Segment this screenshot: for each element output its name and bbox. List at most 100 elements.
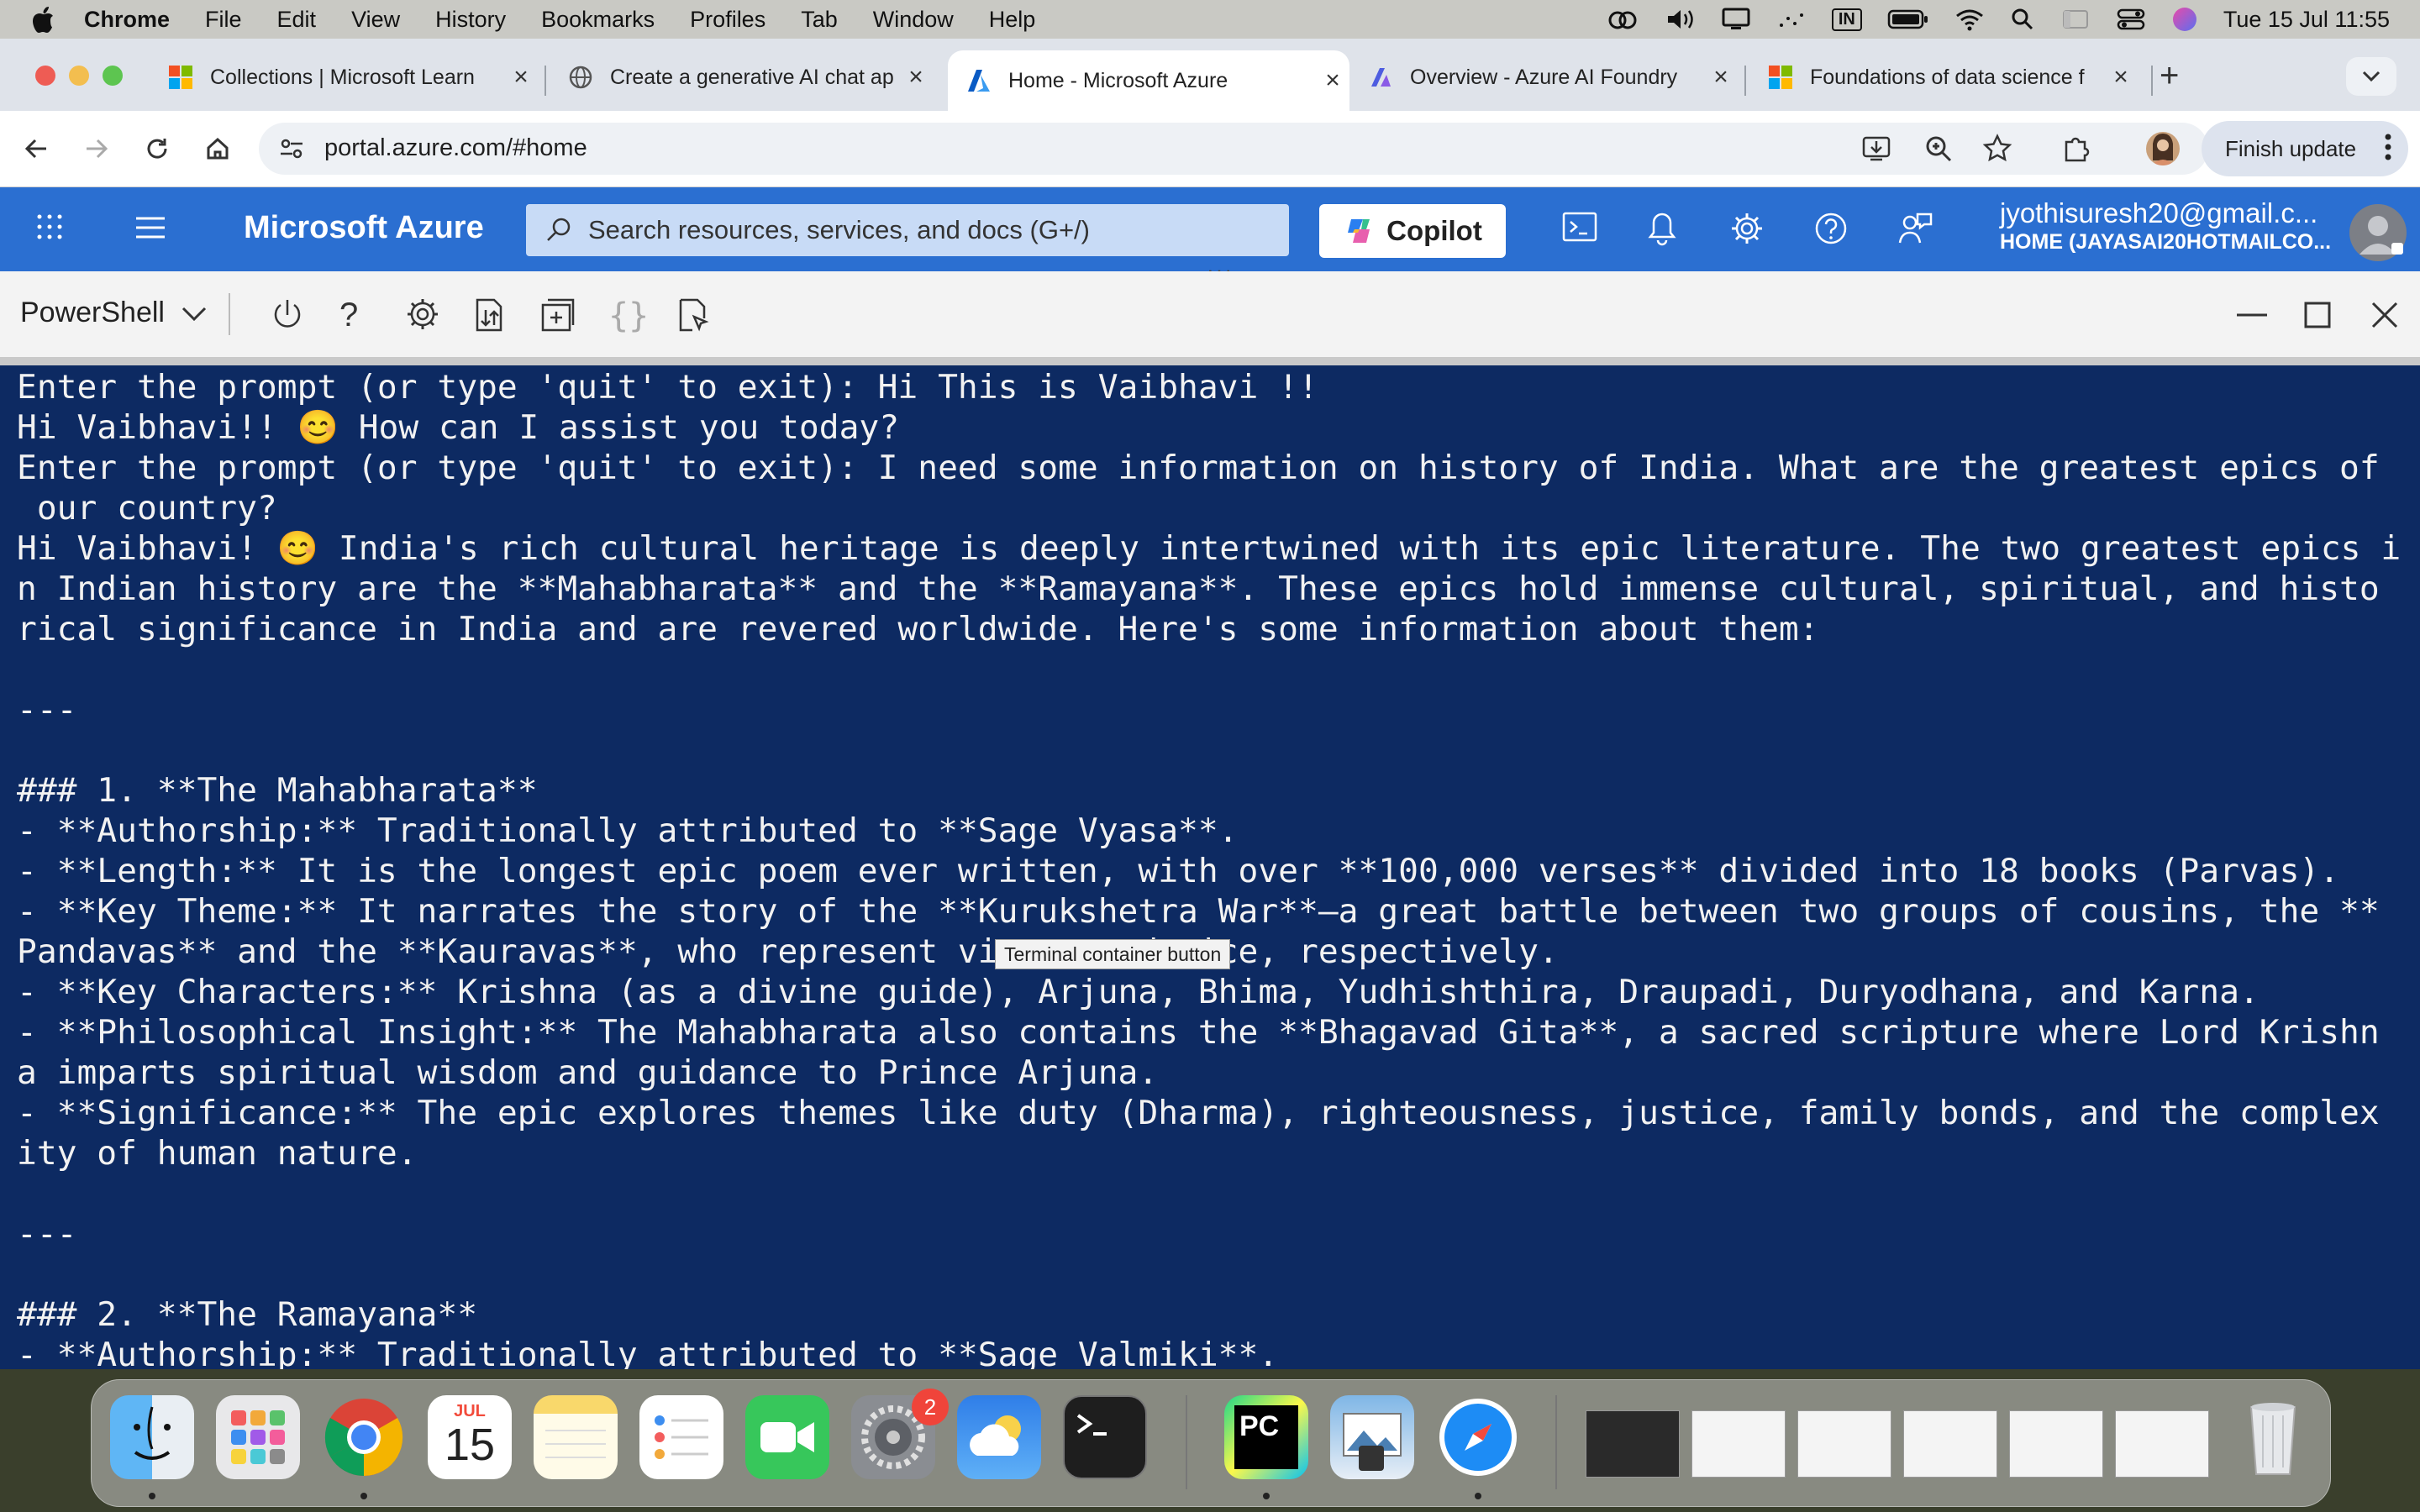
- address-bar[interactable]: portal.azure.com/#home: [259, 123, 2208, 175]
- apple-logo-icon[interactable]: [30, 5, 55, 34]
- new-tab-plus-icon[interactable]: +: [2160, 57, 2179, 95]
- back-arrow-icon[interactable]: [17, 129, 55, 168]
- upload-download-files-icon[interactable]: [472, 297, 511, 335]
- safari-icon[interactable]: [1436, 1395, 1520, 1479]
- tab-search-button[interactable]: [2346, 57, 2396, 96]
- battery-icon[interactable]: [1887, 8, 1929, 30]
- extensions-puzzle-icon[interactable]: [2057, 129, 2096, 168]
- site-info-icon[interactable]: [277, 134, 306, 167]
- menu-help[interactable]: Help: [989, 7, 1036, 33]
- stage-manager-icon[interactable]: [2060, 7, 2091, 32]
- trash-icon[interactable]: [2231, 1395, 2315, 1479]
- settings-gear-icon[interactable]: [405, 297, 444, 335]
- pycharm-icon[interactable]: PC: [1224, 1395, 1308, 1479]
- feedback-icon[interactable]: [1897, 211, 1936, 249]
- home-icon[interactable]: [198, 129, 237, 168]
- terminal-line: Enter the prompt (or type 'quit' to exit…: [17, 449, 2380, 487]
- minimized-window-thumbnail[interactable]: [2115, 1410, 2209, 1478]
- close-panel-icon[interactable]: [2366, 297, 2405, 335]
- new-session-icon[interactable]: [539, 297, 578, 335]
- powershell-terminal[interactable]: Enter the prompt (or type 'quit' to exit…: [0, 365, 2420, 1369]
- help-question-icon[interactable]: [1813, 211, 1852, 249]
- menu-file[interactable]: File: [205, 7, 242, 33]
- tab-overview-azure-ai-foundry[interactable]: Overview - Azure AI Foundry ×: [1349, 50, 1738, 104]
- reminders-icon[interactable]: [639, 1395, 723, 1479]
- url-text[interactable]: portal.azure.com/#home: [324, 134, 587, 162]
- launchpad-icon[interactable]: [216, 1395, 300, 1479]
- notifications-bell-icon[interactable]: [1645, 211, 1684, 249]
- menu-app-chrome[interactable]: Chrome: [84, 7, 170, 33]
- copilot-button[interactable]: Copilot: [1319, 204, 1506, 258]
- maximize-panel-icon[interactable]: [2299, 297, 2338, 335]
- profile-avatar[interactable]: [2146, 132, 2180, 165]
- minimized-window-thumbnail[interactable]: [1797, 1410, 1891, 1478]
- control-center-icon[interactable]: [2116, 7, 2146, 32]
- activity-dots-icon[interactable]: [1776, 7, 1807, 32]
- bookmark-star-icon[interactable]: [1981, 133, 2013, 169]
- menubar-clock[interactable]: Tue 15 Jul 11:55: [2223, 7, 2390, 33]
- tab-title: Overview - Azure AI Foundry: [1410, 65, 1678, 89]
- account-avatar[interactable]: [2349, 204, 2407, 261]
- notes-icon[interactable]: [534, 1395, 618, 1479]
- wifi-icon[interactable]: [1954, 7, 1985, 32]
- close-window-button[interactable]: [35, 66, 55, 86]
- spotlight-search-icon[interactable]: [2010, 7, 2035, 32]
- minimized-window-thumbnail[interactable]: [1903, 1410, 1997, 1478]
- terminal-line: Enter the prompt (or type 'quit' to exit…: [17, 368, 1318, 407]
- menu-window[interactable]: Window: [873, 7, 954, 33]
- terminal-app-icon[interactable]: [1063, 1395, 1147, 1479]
- azure-search-input[interactable]: Search resources, services, and docs (G+…: [526, 204, 1289, 256]
- display-icon[interactable]: [1721, 7, 1751, 32]
- facetime-icon[interactable]: [745, 1395, 829, 1479]
- settings-gear-icon[interactable]: [1729, 211, 1768, 249]
- restart-power-icon[interactable]: [271, 297, 309, 335]
- finish-update-button[interactable]: Finish update: [2202, 121, 2408, 176]
- zoom-window-button[interactable]: [103, 66, 123, 86]
- web-preview-icon[interactable]: [676, 297, 714, 335]
- tab-create-generative-ai-chat[interactable]: Create a generative AI chat ap ×: [550, 50, 933, 104]
- preview-icon[interactable]: [1330, 1395, 1414, 1479]
- cloud-shell-icon[interactable]: [1561, 211, 1600, 249]
- calendar-icon[interactable]: JUL 15: [428, 1395, 512, 1479]
- forward-arrow-icon[interactable]: [77, 129, 116, 168]
- close-tab-icon[interactable]: ×: [2104, 63, 2138, 92]
- menu-edit[interactable]: Edit: [277, 7, 317, 33]
- help-question-icon[interactable]: ?: [339, 297, 378, 335]
- chrome-icon[interactable]: [322, 1395, 406, 1479]
- chevron-down-icon: [2362, 71, 2381, 82]
- minimized-window-thumbnail[interactable]: [1691, 1410, 1786, 1478]
- input-source-badge[interactable]: IN: [1831, 8, 1862, 31]
- volume-icon[interactable]: [1665, 7, 1696, 32]
- finder-icon[interactable]: [110, 1395, 194, 1479]
- menu-profiles[interactable]: Profiles: [690, 7, 765, 33]
- close-tab-icon[interactable]: ×: [1704, 63, 1738, 92]
- siri-icon[interactable]: [2171, 6, 2198, 33]
- menu-bookmarks[interactable]: Bookmarks: [541, 7, 655, 33]
- install-app-icon[interactable]: [1860, 133, 1892, 169]
- menu-history[interactable]: History: [435, 7, 506, 33]
- tab-separator: [544, 66, 546, 96]
- shell-type-selector[interactable]: PowerShell: [20, 297, 208, 329]
- minimized-window-thumbnail[interactable]: [2009, 1410, 2103, 1478]
- menu-tab[interactable]: Tab: [801, 7, 838, 33]
- tab-home-microsoft-azure[interactable]: Home - Microsoft Azure ×: [948, 50, 1349, 111]
- minimize-panel-icon[interactable]: [2233, 297, 2272, 335]
- minimized-window-thumbnail[interactable]: [1586, 1410, 1680, 1478]
- portal-menu-hamburger-icon[interactable]: [134, 215, 166, 244]
- weather-icon[interactable]: [957, 1395, 1041, 1479]
- tab-foundations-of-data-science[interactable]: Foundations of data science f ×: [1749, 50, 2138, 104]
- close-tab-icon[interactable]: ×: [504, 63, 538, 92]
- minimize-window-button[interactable]: [69, 66, 89, 86]
- creative-cloud-icon[interactable]: [1607, 7, 1640, 32]
- terminal-line: ### 2. **The Ramayana**: [17, 1295, 478, 1334]
- app-launcher-grid-icon[interactable]: [35, 213, 64, 245]
- menu-view[interactable]: View: [351, 7, 400, 33]
- close-tab-icon[interactable]: ×: [899, 63, 933, 92]
- close-tab-icon[interactable]: ×: [1316, 66, 1349, 95]
- tab-collections-microsoft-learn[interactable]: Collections | Microsoft Learn ×: [150, 50, 538, 104]
- account-info[interactable]: jyothisuresh20@gmail.c... HOME (JAYASAI2…: [2000, 199, 2331, 256]
- reload-icon[interactable]: [138, 129, 176, 168]
- azure-brand[interactable]: Microsoft Azure: [244, 210, 484, 246]
- editor-braces-icon[interactable]: {}: [608, 297, 649, 335]
- zoom-icon[interactable]: [1923, 133, 1954, 169]
